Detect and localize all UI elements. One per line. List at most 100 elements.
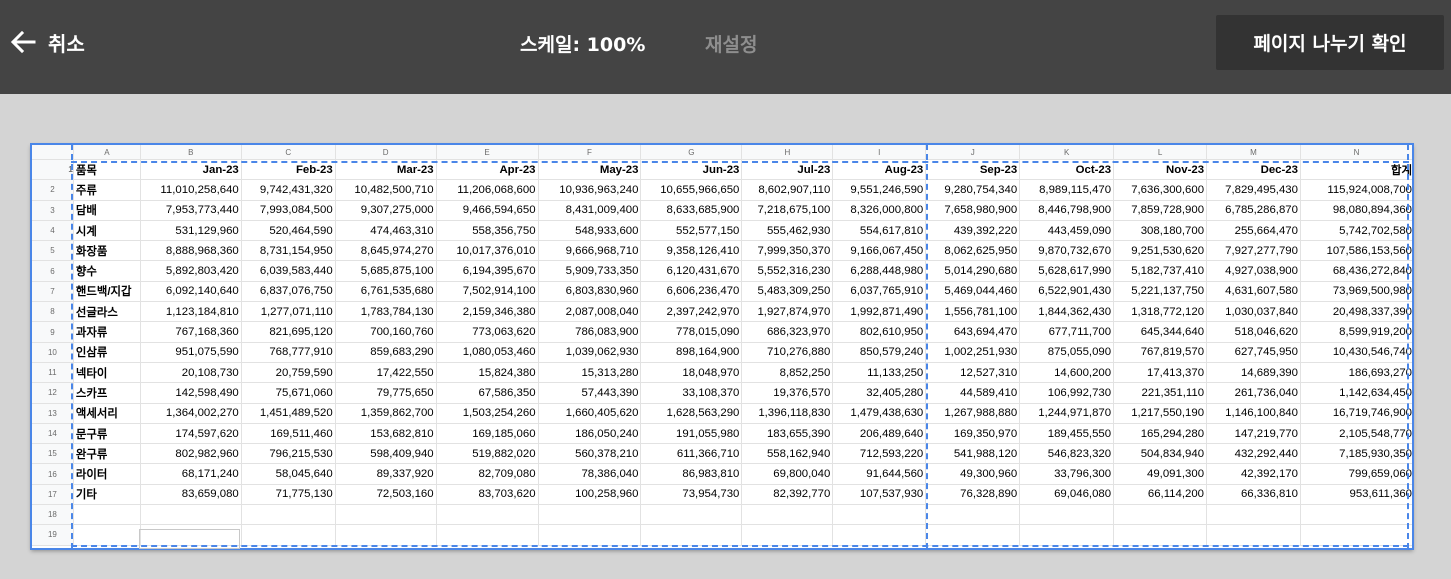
value-cell[interactable]: 9,358,126,410 (640, 240, 743, 262)
value-cell[interactable]: 802,610,950 (832, 321, 927, 343)
value-cell[interactable]: 73,954,730 (640, 483, 743, 506)
value-cell[interactable]: 72,503,160 (334, 483, 437, 506)
value-cell[interactable]: 8,446,798,900 (1019, 199, 1115, 221)
empty-cell[interactable] (139, 504, 242, 526)
empty-cell[interactable] (537, 504, 642, 526)
value-cell[interactable]: 91,644,560 (832, 463, 927, 485)
value-cell[interactable]: 174,597,620 (139, 422, 242, 445)
value-cell[interactable]: 548,933,600 (537, 219, 642, 242)
value-cell[interactable]: 504,834,940 (1113, 443, 1208, 465)
value-cell[interactable]: 58,045,640 (240, 463, 336, 485)
value-cell[interactable]: 4,927,038,900 (1206, 260, 1301, 282)
empty-cell[interactable] (72, 524, 141, 546)
empty-cell[interactable] (1019, 504, 1115, 526)
value-cell[interactable]: 821,695,120 (240, 321, 336, 343)
value-cell[interactable]: 677,711,700 (1019, 321, 1115, 343)
value-cell[interactable]: 9,280,754,340 (925, 179, 1021, 201)
value-cell[interactable]: 531,129,960 (139, 219, 242, 242)
empty-cell[interactable] (640, 504, 743, 526)
value-cell[interactable]: 20,108,730 (139, 361, 242, 384)
value-cell[interactable]: 9,166,067,450 (832, 240, 927, 262)
value-cell[interactable]: 42,392,170 (1206, 463, 1301, 485)
value-cell[interactable]: 68,171,240 (139, 463, 242, 485)
column-header[interactable]: D (334, 144, 437, 160)
value-cell[interactable]: 6,039,583,440 (240, 260, 336, 282)
value-cell[interactable]: 474,463,310 (334, 219, 437, 242)
value-cell[interactable]: 71,775,130 (240, 483, 336, 506)
value-cell[interactable]: 700,160,760 (334, 321, 437, 343)
column-header[interactable]: B (139, 144, 242, 160)
value-cell[interactable]: 5,469,044,460 (925, 280, 1021, 303)
empty-cell[interactable] (139, 524, 242, 546)
empty-cell[interactable] (240, 504, 336, 526)
value-cell[interactable]: 432,292,440 (1206, 443, 1301, 465)
cancel-button[interactable]: 취소 (8, 26, 85, 58)
value-cell[interactable]: 186,693,270 (1299, 361, 1413, 384)
value-cell[interactable]: 768,777,910 (240, 341, 336, 363)
value-cell[interactable]: 5,014,290,680 (925, 260, 1021, 282)
value-cell[interactable]: 78,386,040 (537, 463, 642, 485)
value-cell[interactable]: 2,087,008,040 (537, 301, 642, 323)
row-header[interactable]: 3 (31, 199, 74, 221)
value-cell[interactable]: 767,819,570 (1113, 341, 1208, 363)
item-cell[interactable]: 라이터 (72, 463, 141, 485)
value-cell[interactable]: 1,451,489,520 (240, 402, 336, 424)
value-cell[interactable]: 519,882,020 (435, 443, 539, 465)
header-cell[interactable]: Nov-23 (1113, 158, 1208, 181)
value-cell[interactable]: 552,577,150 (640, 219, 743, 242)
column-header[interactable]: H (741, 144, 834, 160)
value-cell[interactable]: 7,829,495,430 (1206, 179, 1301, 201)
value-cell[interactable]: 106,992,730 (1019, 382, 1115, 404)
empty-cell[interactable] (1019, 524, 1115, 546)
value-cell[interactable]: 98,080,894,360 (1299, 199, 1413, 221)
value-cell[interactable]: 20,498,337,390 (1299, 301, 1413, 323)
value-cell[interactable]: 558,356,750 (435, 219, 539, 242)
value-cell[interactable]: 10,936,963,240 (537, 179, 642, 201)
value-cell[interactable]: 786,083,900 (537, 321, 642, 343)
empty-cell[interactable] (1299, 504, 1413, 526)
empty-cell[interactable] (741, 504, 834, 526)
value-cell[interactable]: 1,660,405,620 (537, 402, 642, 424)
item-cell[interactable]: 주류 (72, 179, 141, 201)
header-cell[interactable]: Apr-23 (435, 158, 539, 181)
value-cell[interactable]: 712,593,220 (832, 443, 927, 465)
value-cell[interactable]: 67,586,350 (435, 382, 539, 404)
item-cell[interactable]: 선글라스 (72, 301, 141, 323)
value-cell[interactable]: 1,927,874,970 (741, 301, 834, 323)
value-cell[interactable]: 10,482,500,710 (334, 179, 437, 201)
value-cell[interactable]: 32,405,280 (832, 382, 927, 404)
reset-button[interactable]: 재설정 (705, 30, 757, 57)
value-cell[interactable]: 443,459,090 (1019, 219, 1115, 242)
item-cell[interactable]: 액세서리 (72, 402, 141, 424)
value-cell[interactable]: 82,392,770 (741, 483, 834, 506)
item-cell[interactable]: 향수 (72, 260, 141, 282)
value-cell[interactable]: 8,326,000,800 (832, 199, 927, 221)
value-cell[interactable]: 611,366,710 (640, 443, 743, 465)
value-cell[interactable]: 518,046,620 (1206, 321, 1301, 343)
value-cell[interactable]: 541,988,120 (925, 443, 1021, 465)
value-cell[interactable]: 100,258,960 (537, 483, 642, 506)
value-cell[interactable]: 859,683,290 (334, 341, 437, 363)
row-header[interactable]: 15 (31, 443, 74, 465)
value-cell[interactable]: 10,017,376,010 (435, 240, 539, 262)
value-cell[interactable]: 1,267,988,880 (925, 402, 1021, 424)
value-cell[interactable]: 7,185,930,350 (1299, 443, 1413, 465)
row-header[interactable]: 1 (31, 158, 74, 181)
value-cell[interactable]: 710,276,880 (741, 341, 834, 363)
value-cell[interactable]: 11,010,258,640 (139, 179, 242, 201)
value-cell[interactable]: 86,983,810 (640, 463, 743, 485)
value-cell[interactable]: 802,982,960 (139, 443, 242, 465)
header-cell[interactable]: 품목 (72, 158, 141, 181)
value-cell[interactable]: 1,142,634,450 (1299, 382, 1413, 404)
column-header[interactable]: A (72, 144, 141, 160)
value-cell[interactable]: 107,586,153,560 (1299, 240, 1413, 262)
value-cell[interactable]: 6,288,448,980 (832, 260, 927, 282)
value-cell[interactable]: 5,552,316,230 (741, 260, 834, 282)
value-cell[interactable]: 49,300,960 (925, 463, 1021, 485)
empty-cell[interactable] (1113, 504, 1208, 526)
header-cell[interactable]: Jul-23 (741, 158, 834, 181)
empty-cell[interactable] (1206, 504, 1301, 526)
value-cell[interactable]: 14,600,200 (1019, 361, 1115, 384)
row-header[interactable]: 12 (31, 382, 74, 404)
value-cell[interactable]: 1,503,254,260 (435, 402, 539, 424)
